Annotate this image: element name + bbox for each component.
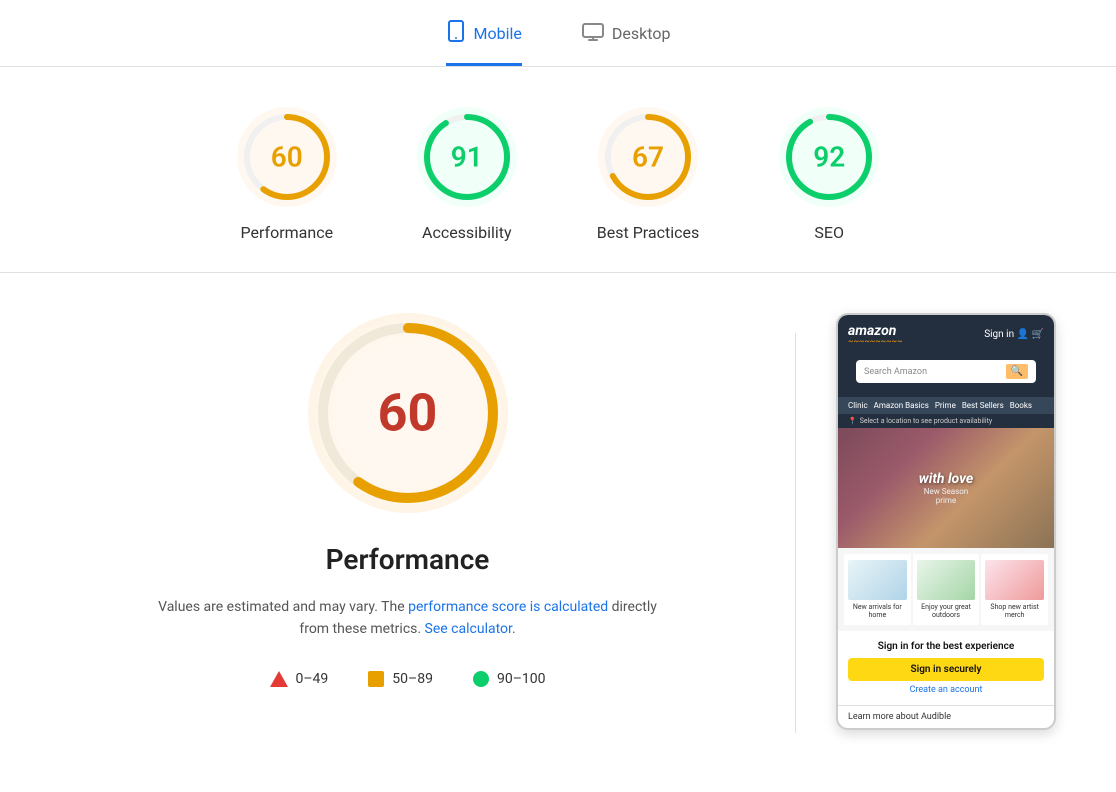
tab-desktop-label: Desktop — [612, 24, 671, 43]
tab-desktop[interactable]: Desktop — [582, 20, 671, 66]
see-calculator-link[interactable]: See calculator — [425, 621, 512, 637]
legend-red-label: 0–49 — [296, 671, 329, 687]
circle-best-practices: 67 — [598, 107, 698, 207]
score-value-accessibility: 91 — [451, 141, 483, 174]
phone-footer-text: Learn more about Audible — [848, 712, 951, 722]
circle-seo: 92 — [779, 107, 879, 207]
vertical-divider — [795, 333, 796, 733]
phone-card-3: Shop new artist merch — [981, 554, 1048, 625]
phone-mockup: amazon ~~~~~~~~~~ Sign in 👤 🛒 Search Ama… — [836, 313, 1056, 730]
scores-section: 60 Performance 91 Accessibility 67 Best … — [0, 67, 1116, 273]
amazon-logo: amazon ~~~~~~~~~~ — [848, 323, 902, 346]
score-seo: 92 SEO — [779, 107, 879, 242]
score-accessibility: 91 Accessibility — [417, 107, 517, 242]
phone-cards: New arrivals for home Enjoy your great o… — [838, 548, 1054, 631]
red-triangle-icon — [270, 671, 288, 687]
phone-nav-clinic[interactable]: Clinic — [848, 401, 868, 410]
circle-performance: 60 — [237, 107, 337, 207]
main-score-title: Performance — [326, 543, 490, 576]
phone-signin-heading: Sign in for the best experience — [848, 641, 1044, 652]
phone-search-btn[interactable]: 🔍 — [1006, 364, 1028, 379]
phone-signin-button[interactable]: Sign in securely — [848, 658, 1044, 681]
phone-search-text: Search Amazon — [864, 367, 1006, 377]
performance-score-link[interactable]: performance score is calculated — [408, 599, 608, 615]
phone-card-2: Enjoy your great outdoors — [913, 554, 980, 625]
tab-mobile-label: Mobile — [474, 24, 522, 43]
phone-search-bar[interactable]: Search Amazon 🔍 — [856, 360, 1036, 383]
score-performance: 60 Performance — [237, 107, 337, 242]
phone-location-text: Select a location to see product availab… — [860, 417, 992, 425]
main-content: 60 Performance Values are estimated and … — [0, 273, 1116, 773]
phone-card-label-2: Enjoy your great outdoors — [917, 603, 976, 619]
legend-orange: 50–89 — [368, 671, 433, 687]
score-label-best-practices: Best Practices — [597, 223, 699, 242]
phone-card-label-1: New arrivals for home — [848, 603, 907, 619]
phone-card-1: New arrivals for home — [844, 554, 911, 625]
legend-green-label: 90–100 — [497, 671, 546, 687]
phone-card-img-1 — [848, 560, 907, 600]
score-label-seo: SEO — [814, 223, 844, 242]
phone-create-account-link[interactable]: Create an account — [848, 685, 1044, 695]
tab-mobile[interactable]: Mobile — [446, 20, 522, 66]
phone-card-img-2 — [917, 560, 976, 600]
phone-header: amazon ~~~~~~~~~~ Sign in 👤 🛒 — [838, 315, 1054, 354]
left-panel: 60 Performance Values are estimated and … — [60, 313, 755, 687]
score-value-best-practices: 67 — [632, 141, 664, 174]
mobile-icon — [446, 20, 466, 47]
score-best-practices: 67 Best Practices — [597, 107, 699, 242]
desc-end: . — [512, 621, 516, 637]
desc-start: Values are estimated and may vary. The — [158, 599, 408, 615]
phone-nav-basics[interactable]: Amazon Basics — [874, 401, 929, 410]
phone-nav: Clinic Amazon Basics Prime Best Sellers … — [838, 397, 1054, 414]
circle-accessibility: 91 — [417, 107, 517, 207]
right-panel: amazon ~~~~~~~~~~ Sign in 👤 🛒 Search Ama… — [836, 313, 1056, 730]
phone-nav-prime[interactable]: Prime — [935, 401, 956, 410]
phone-card-img-3 — [985, 560, 1044, 600]
green-circle-icon — [473, 671, 489, 687]
amazon-smile: ~~~~~~~~~~ — [848, 337, 902, 346]
phone-nav-bestsellers[interactable]: Best Sellers — [962, 401, 1004, 410]
big-score-value: 60 — [378, 383, 438, 444]
legend-red: 0–49 — [270, 671, 329, 687]
score-label-accessibility: Accessibility — [422, 223, 512, 242]
legend: 0–49 50–89 90–100 — [270, 671, 546, 687]
desktop-icon — [582, 22, 604, 46]
score-label-performance: Performance — [241, 223, 334, 242]
description-text: Values are estimated and may vary. The p… — [158, 596, 658, 641]
phone-card-label-3: Shop new artist merch — [985, 603, 1044, 619]
phone-footer: Learn more about Audible — [838, 705, 1054, 728]
score-value-performance: 60 — [271, 141, 303, 174]
phone-nav-books[interactable]: Books — [1010, 401, 1032, 410]
score-value-seo: 92 — [813, 141, 845, 174]
phone-hero-sub: New Seasonprime — [919, 487, 973, 505]
big-score-circle: 60 — [308, 313, 508, 513]
legend-orange-label: 50–89 — [392, 671, 433, 687]
phone-hero-text: with love — [919, 471, 973, 487]
phone-header-signin: Sign in 👤 🛒 — [984, 329, 1044, 340]
phone-location: 📍 Select a location to see product avail… — [838, 414, 1054, 428]
orange-square-icon — [368, 671, 384, 687]
tab-bar: Mobile Desktop — [0, 0, 1116, 67]
legend-green: 90–100 — [473, 671, 546, 687]
phone-hero: with love New Seasonprime — [838, 428, 1054, 548]
phone-signin-section: Sign in for the best experience Sign in … — [838, 631, 1054, 705]
